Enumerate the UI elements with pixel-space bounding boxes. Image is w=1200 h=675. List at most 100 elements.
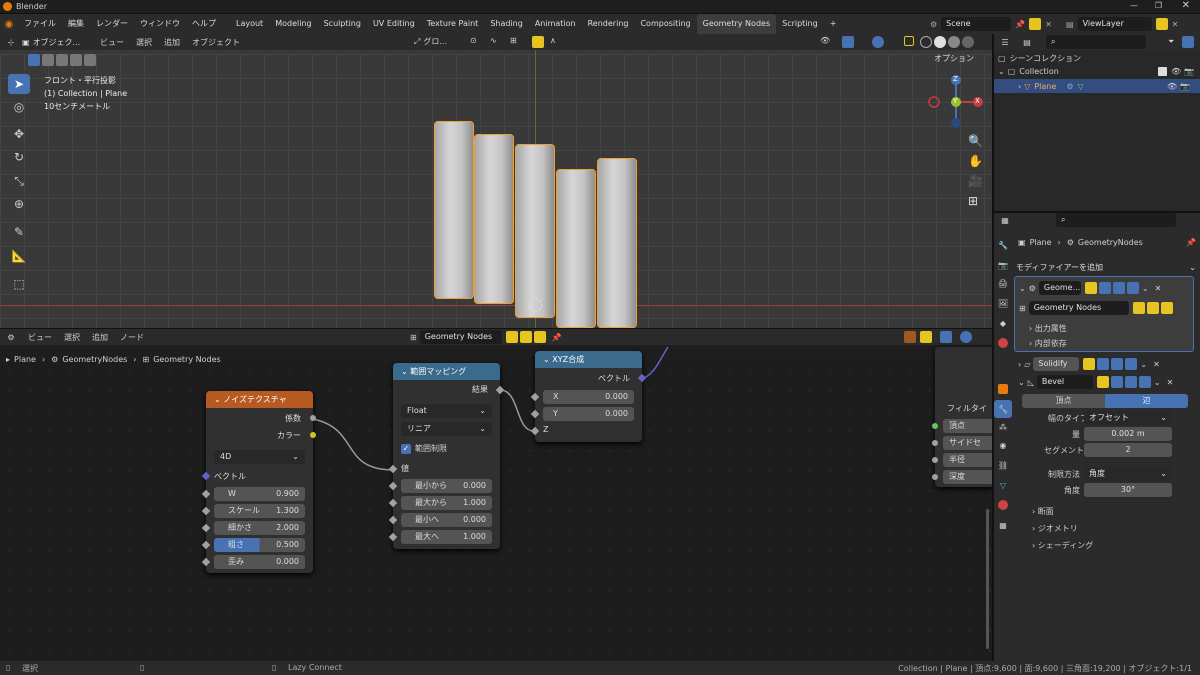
input-socket[interactable]	[932, 440, 938, 446]
collapse-icon[interactable]: ⌄	[401, 367, 410, 376]
overlay-toggle-icon[interactable]	[872, 36, 884, 48]
output-socket[interactable]	[310, 432, 316, 438]
column-mesh[interactable]	[597, 158, 637, 328]
map-range-input-field[interactable]: 最大から 1.000	[401, 496, 492, 510]
node-header[interactable]: ⌄ ノイズテクスチャ	[206, 391, 313, 408]
menu-file[interactable]: ファイル	[18, 14, 62, 34]
search-input[interactable]: ⌕	[1056, 213, 1176, 227]
viewport-menu-add[interactable]: 追加	[158, 37, 186, 48]
viewport-display-icon[interactable]	[1112, 282, 1125, 294]
zoom-icon[interactable]: 🔍	[968, 134, 983, 148]
object-row[interactable]: › ▽ Plane ⚙ ▽ 👁 📷	[994, 79, 1200, 93]
viewport-menu-select[interactable]: 選択	[130, 37, 158, 48]
node-group-name[interactable]: Geometry Nodes	[1028, 301, 1129, 315]
properties-editor[interactable]: ▦ ⌕ 🔧 📷 🖨 🖼 ◆ 🔧 ⁂ ◉ ⛓ ▽ ▦ ▣ Plane › ⚙ Ge…	[994, 212, 1200, 661]
constraints-tab-icon[interactable]: ⛓	[994, 456, 1012, 474]
proportional-edit-icon[interactable]	[532, 36, 544, 48]
segments-input[interactable]: 2	[1084, 443, 1172, 457]
texture-tab-icon[interactable]: ▦	[994, 516, 1012, 534]
dimension-dropdown[interactable]: 4D ⌄	[214, 450, 305, 464]
internal-dependencies-subpanel[interactable]: › 内部依存	[1029, 338, 1067, 349]
new-collection-icon[interactable]	[1182, 36, 1195, 48]
shading-subpanel[interactable]: › シェーディング	[1032, 540, 1093, 551]
render-display-icon[interactable]	[1125, 358, 1138, 370]
modifier-name[interactable]: Bevel	[1036, 375, 1093, 389]
3d-viewport[interactable]: ⊹ ▣ オブジェク... ビュー 選択 追加 オブジェクト ⤢ グロ... ⊙ ∿ …	[0, 34, 992, 328]
blender-menu-icon[interactable]: ◉	[0, 19, 18, 30]
world-tab-icon[interactable]	[994, 334, 1012, 352]
map-range-input-field[interactable]: 最小へ 0.000	[401, 513, 492, 527]
snap-icon[interactable]: ∿	[490, 36, 497, 45]
bevel-modifier-header[interactable]: ⌄ ◺ Bevel ⌄ ✕	[1018, 375, 1194, 389]
options-dropdown[interactable]: オプション	[934, 53, 974, 64]
area-divider[interactable]	[994, 211, 1200, 213]
partial-node-field[interactable]: 半径	[943, 453, 992, 467]
viewport-menu-object[interactable]: オブジェクト	[186, 37, 246, 48]
angle-input[interactable]: 30°	[1084, 483, 1172, 497]
collapse-icon[interactable]: ⌄	[214, 395, 223, 404]
noise-input-field[interactable]: スケール 1.300	[214, 504, 305, 518]
scene-tab-icon[interactable]: ◆	[994, 314, 1012, 332]
ortho-grid-icon[interactable]: ⊞	[968, 194, 978, 208]
wireframe-shading-icon[interactable]	[920, 36, 932, 48]
delete-scene-icon[interactable]: ✕	[1045, 20, 1052, 29]
column-mesh[interactable]	[515, 144, 555, 318]
area-divider[interactable]	[992, 34, 994, 661]
viewport-menu-view[interactable]: ビュー	[94, 37, 130, 48]
noise-input-field[interactable]: 歪み 0.000	[214, 555, 305, 569]
pin-icon[interactable]: 📌	[1015, 20, 1025, 29]
scale-tool-icon[interactable]: ⤡	[8, 171, 30, 191]
solid-shading-icon[interactable]	[934, 36, 946, 48]
map-range-input-field[interactable]: 最小から 0.000	[401, 479, 492, 493]
select-new-icon[interactable]	[28, 54, 40, 66]
new-viewlayer-icon[interactable]	[1155, 18, 1168, 30]
modifier-name[interactable]: Solidify	[1033, 357, 1080, 371]
collapse-icon[interactable]: ⌄	[543, 355, 552, 364]
input-socket[interactable]	[932, 457, 938, 463]
new-scene-icon[interactable]	[1029, 18, 1042, 30]
camera-icon[interactable]: 📷	[1184, 67, 1194, 76]
render-tab-icon[interactable]: 📷	[994, 256, 1012, 274]
tab-scripting[interactable]: Scripting	[776, 14, 824, 34]
tab-geometry-nodes[interactable]: Geometry Nodes	[696, 14, 777, 34]
rotate-tool-icon[interactable]: ↻	[8, 147, 30, 167]
node-header[interactable]: ⌄ XYZ合成	[535, 351, 642, 368]
viewlayer-name[interactable]: ViewLayer	[1077, 17, 1152, 31]
rendered-shading-icon[interactable]	[962, 36, 974, 48]
noise-input-field[interactable]: W 0.900	[214, 487, 305, 501]
input-socket[interactable]	[932, 474, 938, 480]
scene-name[interactable]: Scene	[941, 17, 1012, 31]
tab-edges[interactable]: 辺	[1105, 394, 1188, 408]
noise-input-field[interactable]: 細かさ 2.000	[214, 521, 305, 535]
filter-icon[interactable]: ⏷	[1168, 37, 1174, 47]
chevron-down-icon[interactable]: ⌄	[1142, 284, 1149, 293]
camera-icon[interactable]: 🎥	[968, 174, 983, 188]
tab-compositing[interactable]: Compositing	[634, 14, 696, 34]
tab-layout[interactable]: Layout	[230, 14, 269, 34]
node-header[interactable]: ⌄ 範囲マッピング	[393, 363, 500, 380]
mode-dropdown[interactable]: ▣ オブジェク...	[22, 37, 94, 48]
navigation-gizmo[interactable]: Z X Y	[926, 74, 986, 134]
add-workspace-button[interactable]: +	[824, 14, 843, 34]
snap-target-icon[interactable]: ⊞	[510, 36, 517, 45]
material-tab-icon[interactable]	[994, 496, 1012, 514]
object-tab-icon[interactable]	[994, 380, 1012, 398]
profile-subpanel[interactable]: › 断面	[1032, 506, 1054, 517]
chevron-right-icon[interactable]: ›	[1018, 360, 1021, 369]
output-socket[interactable]	[310, 415, 316, 421]
tab-shading[interactable]: Shading	[484, 14, 529, 34]
noise-texture-node[interactable]: ⌄ ノイズテクスチャ 係数 カラー 4D ⌄ ベクトル W 0.900 スケール 1.3…	[201, 391, 316, 573]
cage-icon[interactable]	[1097, 358, 1110, 370]
output-attributes-subpanel[interactable]: › 出力属性	[1029, 323, 1067, 334]
partial-node-field[interactable]: サイドセ	[943, 436, 992, 450]
tab-sculpting[interactable]: Sculpting	[318, 14, 367, 34]
camera-icon[interactable]: 📷	[1180, 82, 1190, 91]
display-mode-icon[interactable]: ▤	[1016, 38, 1038, 47]
column-mesh[interactable]	[474, 134, 514, 304]
edit-mode-icon[interactable]	[1096, 376, 1109, 388]
transform-tool-icon[interactable]: ⊕	[8, 194, 30, 214]
modifier-tab-icon[interactable]: 🔧	[994, 400, 1012, 418]
add-cube-tool-icon[interactable]: ⬚	[8, 274, 30, 294]
add-modifier-dropdown[interactable]: モディファイアーを追加 ⌄	[1016, 260, 1196, 274]
partial-node[interactable]: フィルタイ 頂点 サイドセ 半径 深度	[932, 347, 992, 487]
